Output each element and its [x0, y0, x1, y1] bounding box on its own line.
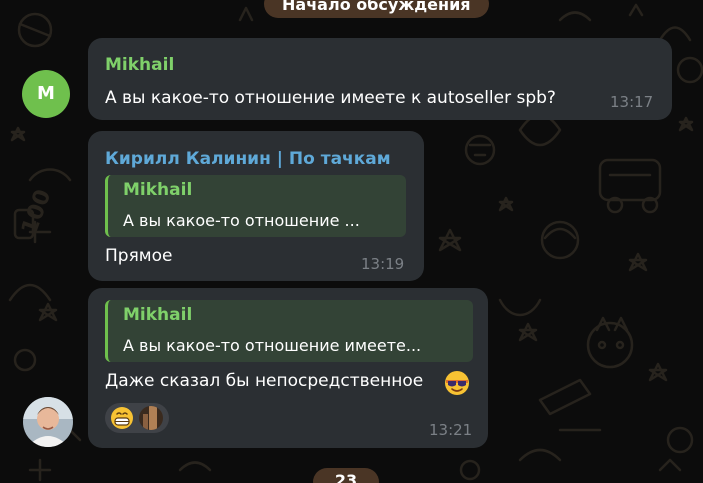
- sender-name[interactable]: Кирилл Калинин | По тачкам: [105, 149, 391, 169]
- message-time: 13:17: [610, 93, 654, 111]
- reply-sender-name: Mikhail: [123, 180, 193, 200]
- reply-sender-name: Mikhail: [123, 305, 193, 325]
- message-text: Прямое: [105, 246, 173, 266]
- reaction-pill[interactable]: [105, 403, 169, 433]
- grinning-face-emoji: [111, 407, 133, 429]
- cool-sunglasses-emoji: [445, 371, 469, 395]
- reaction-user-avatar: [139, 406, 163, 430]
- message-bubble[interactable]: Mikhail А вы какое-то отношение имеете..…: [88, 288, 488, 448]
- message-time: 13:21: [429, 421, 473, 439]
- user-photo-icon: [23, 397, 73, 447]
- reply-quote[interactable]: Mikhail А вы какое-то отношение имеете..…: [105, 300, 473, 362]
- user-avatar[interactable]: [23, 397, 73, 447]
- message-bubble[interactable]: Mikhail А вы какое-то отношение имеете к…: [88, 38, 672, 120]
- reply-quote[interactable]: Mikhail А вы какое-то отношение ...: [105, 175, 406, 237]
- message-time: 13:19: [361, 255, 405, 273]
- date-pill: 23: [313, 468, 379, 483]
- message-bubble[interactable]: Кирилл Калинин | По тачкам Mikhail А вы …: [88, 131, 424, 281]
- reply-text: А вы какое-то отношение ...: [123, 211, 360, 230]
- reply-text: А вы какое-то отношение имеете...: [123, 336, 422, 355]
- message-text: Даже сказал бы непосредственное: [105, 371, 424, 391]
- discussion-start-pill: Начало обсуждения: [264, 0, 489, 18]
- sender-name[interactable]: Mikhail: [105, 55, 174, 75]
- message-text: А вы какое-то отношение имеете к autosel…: [105, 88, 556, 108]
- sender-avatar[interactable]: M: [22, 70, 70, 118]
